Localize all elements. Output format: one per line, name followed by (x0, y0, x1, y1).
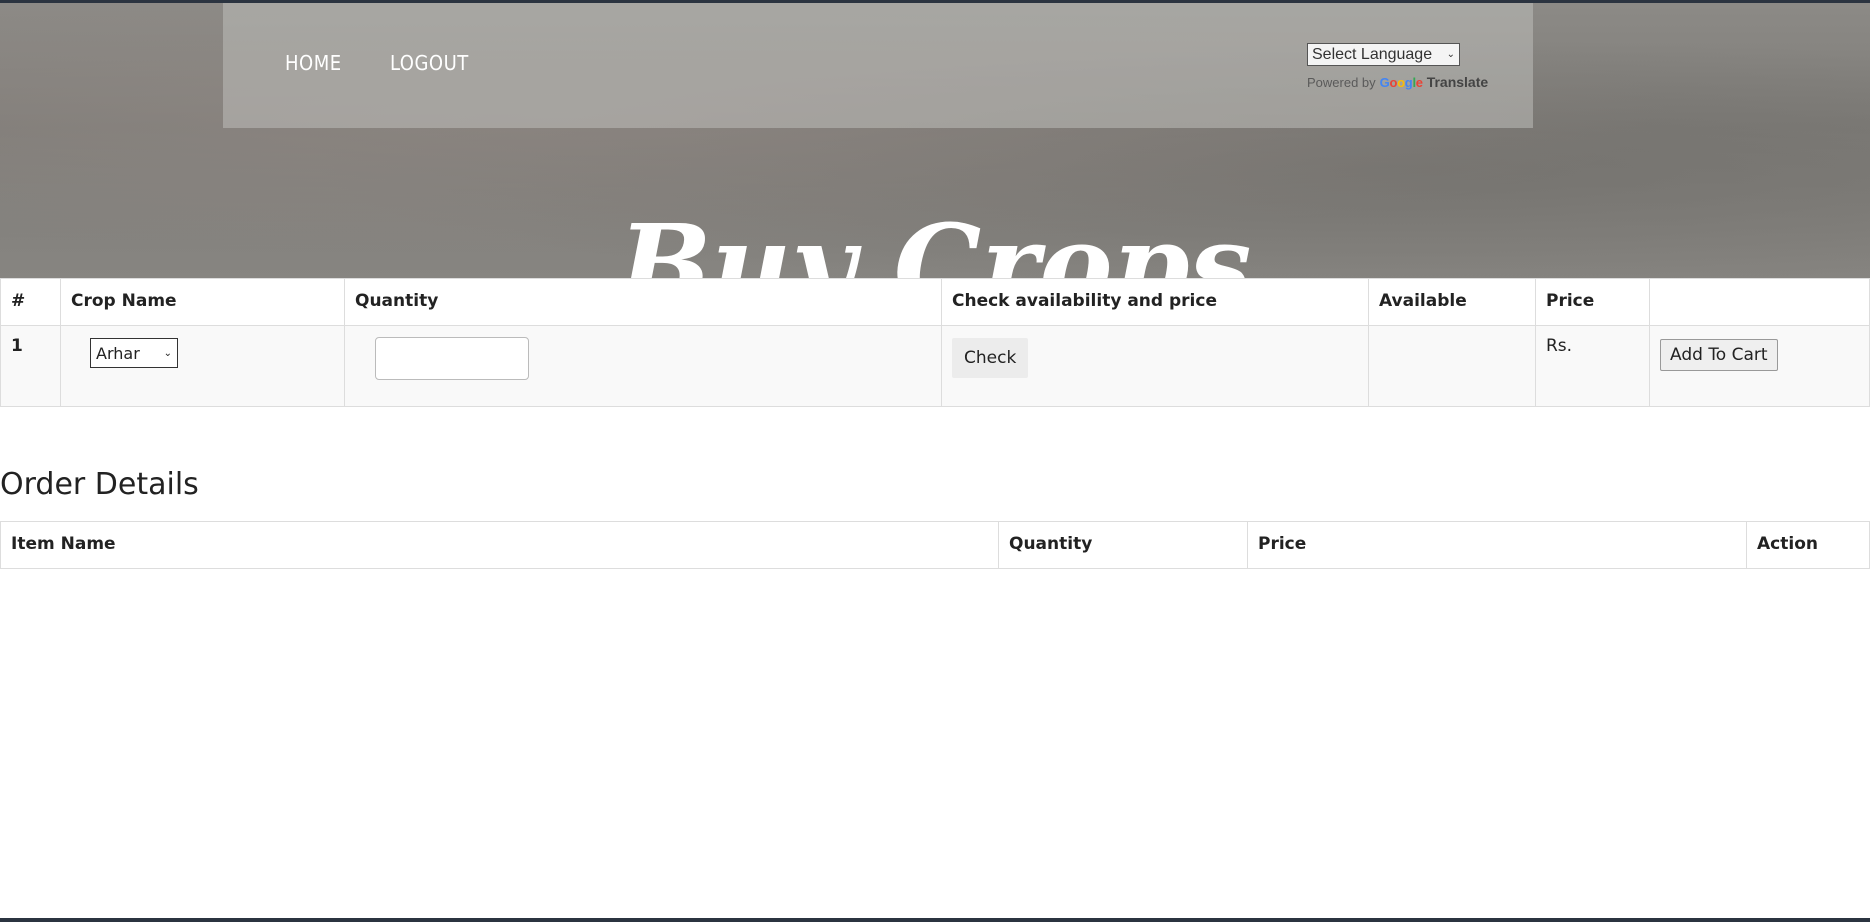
window-bottom-border (0, 918, 1870, 922)
order-table-header-row: Item Name Quantity Price Action (0, 521, 1870, 569)
nav-home-link[interactable]: HOME (285, 51, 342, 75)
check-cell: Check (941, 325, 1369, 407)
row-index: 1 (0, 325, 61, 407)
column-header-available: Available (1368, 278, 1536, 326)
column-header-order-price: Price (1247, 521, 1747, 569)
order-details-table: Item Name Quantity Price Action (0, 521, 1870, 569)
crop-name-cell: Arhar ⌄ (60, 325, 345, 407)
column-header-order-action: Action (1746, 521, 1870, 569)
page-title: Buy Crops (618, 199, 1252, 278)
column-header-quantity: Quantity (344, 278, 942, 326)
translate-link[interactable]: Translate (1427, 74, 1488, 90)
language-select[interactable]: Select Language ⌄ (1307, 43, 1460, 66)
price-cell: Rs. (1535, 325, 1650, 407)
language-select-label: Select Language (1312, 45, 1433, 63)
check-button[interactable]: Check (952, 338, 1029, 378)
powered-by-google: Powered by Google Translate (1307, 74, 1488, 90)
order-details-heading: Order Details (0, 467, 199, 502)
google-translate-widget: Select Language ⌄ Powered by Google Tran… (1307, 43, 1488, 90)
powered-by-text: Powered by (1307, 74, 1376, 90)
column-header-action (1649, 278, 1870, 326)
crop-select-value: Arhar (96, 343, 140, 363)
column-header-price: Price (1535, 278, 1650, 326)
crop-table-header-row: # Crop Name Quantity Check availability … (0, 278, 1870, 326)
available-cell (1368, 325, 1536, 407)
quantity-cell (344, 325, 942, 407)
chevron-down-icon: ⌄ (1446, 49, 1455, 60)
crop-select[interactable]: Arhar ⌄ (90, 338, 178, 368)
cart-cell: Add To Cart (1649, 325, 1870, 407)
add-to-cart-button[interactable]: Add To Cart (1660, 339, 1778, 371)
column-header-item-name: Item Name (0, 521, 999, 569)
table-row: 1 Arhar ⌄ Check Rs. Add To Cart (0, 325, 1870, 407)
column-header-crop-name: Crop Name (60, 278, 345, 326)
column-header-order-quantity: Quantity (998, 521, 1248, 569)
chevron-down-icon: ⌄ (163, 347, 172, 359)
crop-purchase-table: # Crop Name Quantity Check availability … (0, 278, 1870, 407)
quantity-input[interactable] (375, 337, 529, 380)
column-header-index: # (0, 278, 61, 326)
column-header-check: Check availability and price (941, 278, 1369, 326)
navbar: HOME LOGOUT Select Language ⌄ Powered by… (223, 3, 1533, 128)
nav-logout-link[interactable]: LOGOUT (390, 51, 469, 75)
hero-banner: HOME LOGOUT Select Language ⌄ Powered by… (0, 3, 1870, 278)
google-logo-icon: Google (1379, 74, 1423, 90)
